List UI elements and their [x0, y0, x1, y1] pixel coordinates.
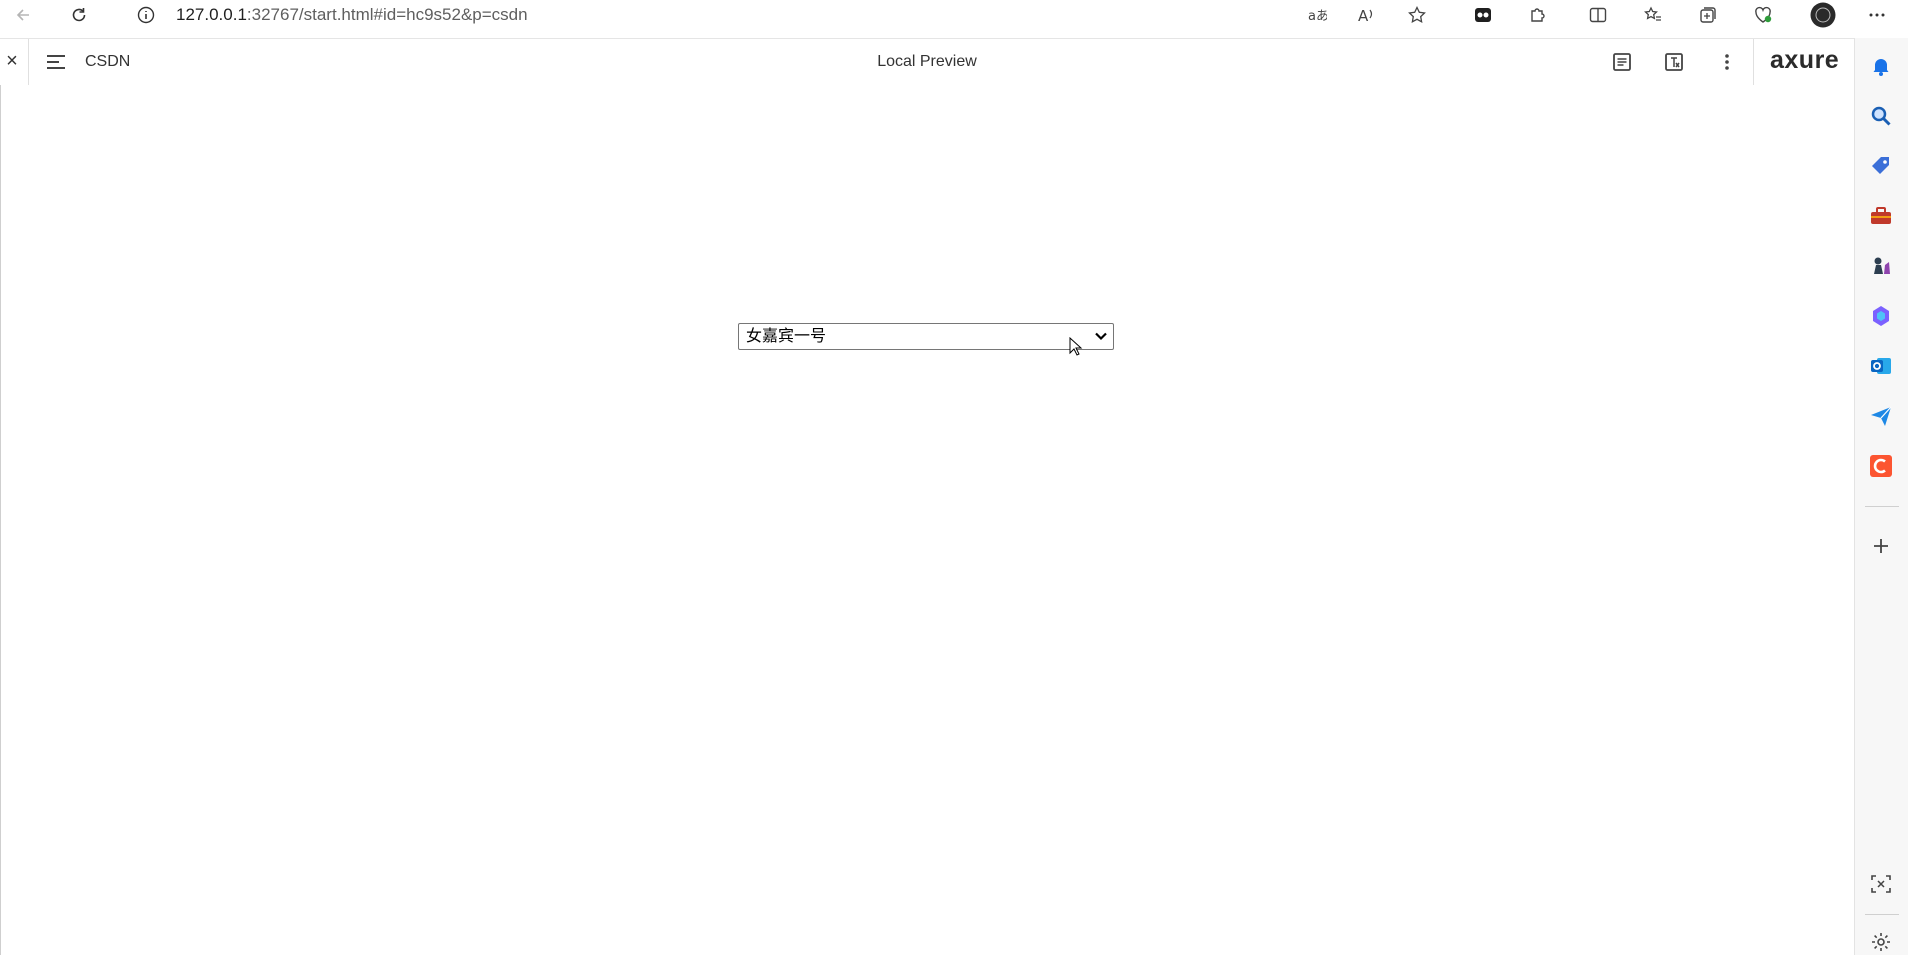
axure-preview-toolbar: × CSDN Local Preview axure [0, 38, 1854, 86]
url-path: :32767/start.html#id=hc9s52&p=csdn [246, 5, 528, 24]
extension-app-icon[interactable] [1472, 4, 1494, 26]
favorite-star-icon[interactable] [1406, 4, 1428, 26]
profile-avatar[interactable] [1810, 2, 1836, 28]
divider [1753, 39, 1754, 85]
svg-text:aあ: aあ [1308, 9, 1327, 24]
screenshot-icon[interactable] [1869, 872, 1893, 896]
settings-gear-icon[interactable] [1869, 930, 1893, 954]
inspect-icon[interactable] [1661, 50, 1687, 74]
add-icon[interactable] [1869, 534, 1893, 558]
site-info-icon[interactable] [135, 4, 157, 26]
address-bar[interactable]: 127.0.0.1:32767/start.html#id=hc9s52&p=c… [176, 5, 528, 25]
extensions-puzzle-icon[interactable] [1527, 4, 1549, 26]
translate-icon[interactable]: aあ [1306, 4, 1328, 26]
more-options-icon[interactable] [1866, 4, 1888, 26]
url-host: 127.0.0.1 [176, 5, 247, 24]
bell-icon[interactable] [1869, 54, 1893, 78]
browser-toolbar: 127.0.0.1:32767/start.html#id=hc9s52&p=c… [0, 0, 1908, 30]
axure-logo[interactable]: axure [1770, 45, 1839, 75]
toolbar-more-icon[interactable] [1714, 50, 1740, 74]
back-arrow-icon[interactable] [12, 4, 34, 26]
divider [1865, 506, 1899, 507]
read-aloud-icon[interactable]: A [1356, 4, 1378, 26]
send-icon[interactable] [1869, 404, 1893, 428]
favorites-list-icon[interactable] [1642, 4, 1664, 26]
browser-essentials-icon[interactable] [1752, 4, 1774, 26]
split-screen-icon[interactable] [1587, 4, 1609, 26]
preview-canvas: 女嘉宾一号 [0, 85, 1854, 955]
toolbox-icon[interactable] [1869, 204, 1893, 228]
copilot-icon[interactable] [1869, 304, 1893, 328]
outlook-icon[interactable] [1869, 354, 1893, 378]
tag-icon[interactable] [1869, 154, 1893, 178]
guest-select[interactable]: 女嘉宾一号 [738, 323, 1114, 350]
notes-icon[interactable] [1609, 50, 1635, 74]
refresh-icon[interactable] [68, 4, 90, 26]
search-icon[interactable] [1869, 104, 1893, 128]
browser-sidebar [1854, 38, 1908, 955]
select-value: 女嘉宾一号 [746, 328, 827, 345]
chess-icon[interactable] [1869, 254, 1893, 278]
mouse-cursor-icon [1069, 336, 1083, 357]
svg-text:A: A [1358, 7, 1369, 25]
divider [1865, 914, 1899, 915]
page-title: Local Preview [877, 53, 977, 70]
chevron-down-icon [1093, 328, 1109, 344]
collections-icon[interactable] [1697, 4, 1719, 26]
csdn-icon[interactable] [1869, 454, 1893, 478]
